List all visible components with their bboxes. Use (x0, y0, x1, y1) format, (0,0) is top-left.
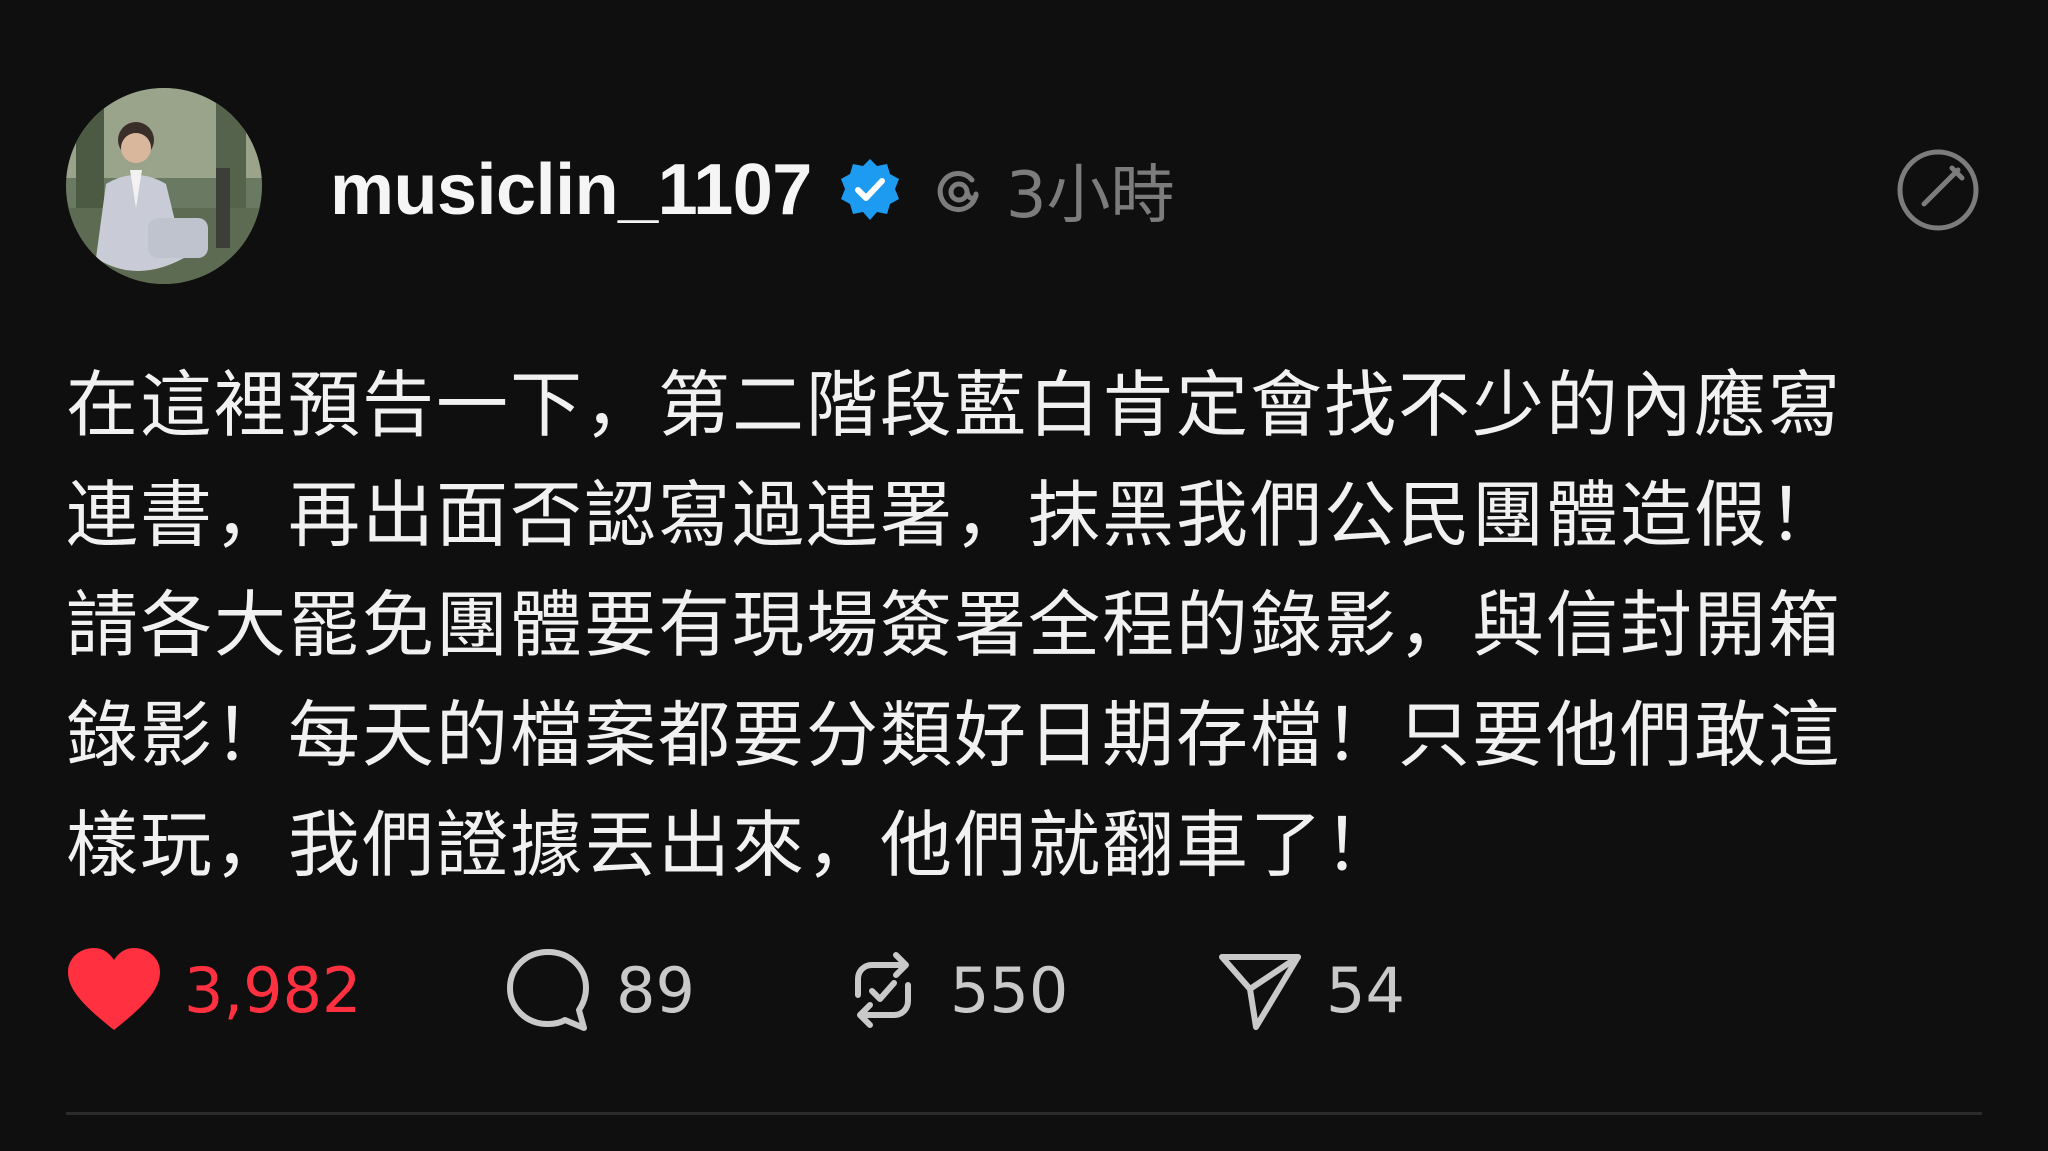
repost-button[interactable]: 550 (838, 940, 1068, 1040)
avatar[interactable] (66, 88, 262, 284)
comment-button[interactable]: 89 (502, 940, 695, 1040)
post-time: 3小時 (1005, 159, 1175, 233)
username[interactable]: musiclin_1107 (330, 149, 812, 231)
heart-icon (68, 948, 160, 1030)
verified-badge-icon (836, 156, 904, 224)
like-count: 3,982 (184, 953, 362, 1027)
share-button[interactable]: 54 (1214, 940, 1405, 1040)
thread-post: musiclin_1107 3小時 在這裡預告一下，第二階段藍白肯定會找不少的內… (0, 0, 2048, 1151)
post-actions: 3,982 89 550 54 (66, 940, 1956, 1040)
threads-icon (926, 158, 990, 222)
comment-icon (507, 949, 589, 1031)
share-count: 54 (1326, 953, 1405, 1027)
divider (66, 1112, 1982, 1115)
share-icon (1219, 954, 1301, 1030)
repost-icon (855, 952, 911, 1028)
post-body: 在這裡預告一下，第二階段藍白肯定會找不少的內應寫 連書，再出面否認寫過連署，抹黑… (66, 363, 1843, 887)
comment-count: 89 (616, 953, 695, 1027)
more-icon[interactable] (1894, 146, 1982, 234)
repost-count: 550 (950, 953, 1069, 1027)
like-button[interactable]: 3,982 (66, 940, 362, 1040)
post-header: musiclin_1107 3小時 (330, 140, 1175, 240)
